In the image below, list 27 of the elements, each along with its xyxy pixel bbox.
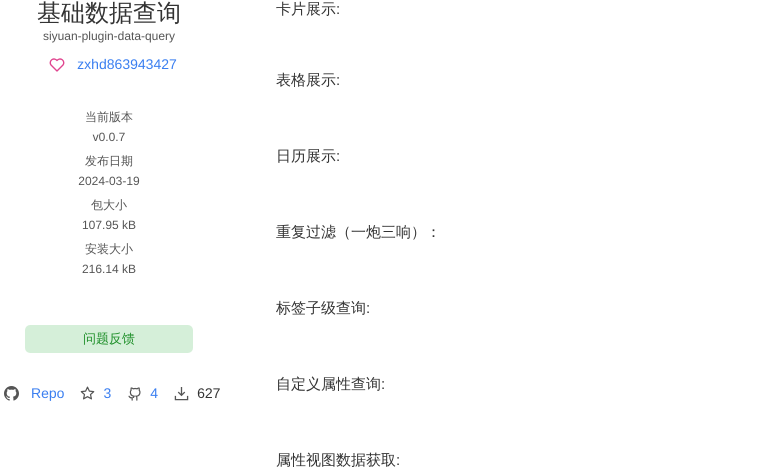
section-heading: 标签子级查询:	[276, 299, 372, 319]
download-icon	[174, 386, 190, 401]
stat-value: 216.14 kB	[82, 261, 136, 277]
stat-value: 2024-03-19	[78, 173, 140, 189]
section-heading: 自定义属性查询:	[276, 375, 386, 395]
stat-label: 当前版本	[84, 109, 133, 125]
repo-link[interactable]: Repo	[31, 383, 64, 404]
fork-count: 4	[150, 384, 158, 403]
section-heading: 日历展示:	[276, 147, 342, 167]
heart-icon	[49, 58, 66, 72]
stat-value: v0.0.7	[92, 129, 126, 145]
section-heading: 卡片展示:	[276, 0, 342, 20]
section-heading: 表格展示:	[276, 71, 342, 91]
star-count: 3	[103, 384, 112, 403]
stat-label: 发布日期	[84, 153, 133, 169]
package-name: siyuan-plugin-data-query	[42, 28, 176, 44]
section-heading: 属性视图数据获取:	[276, 451, 402, 471]
feedback-button[interactable]: 问题反馈	[25, 325, 193, 353]
star-icon	[80, 386, 96, 401]
stat-label: 包大小	[90, 197, 127, 213]
plugin-title: 基础数据查询	[37, 0, 181, 27]
github-icon	[4, 386, 19, 401]
section-heading: 重复过滤（一炮三响）：	[276, 223, 441, 243]
stat-value: 107.95 kB	[82, 217, 136, 233]
download-count: 627	[197, 384, 220, 403]
stat-label: 安装大小	[84, 241, 133, 257]
author-link[interactable]: zxhd863943427	[77, 54, 177, 75]
